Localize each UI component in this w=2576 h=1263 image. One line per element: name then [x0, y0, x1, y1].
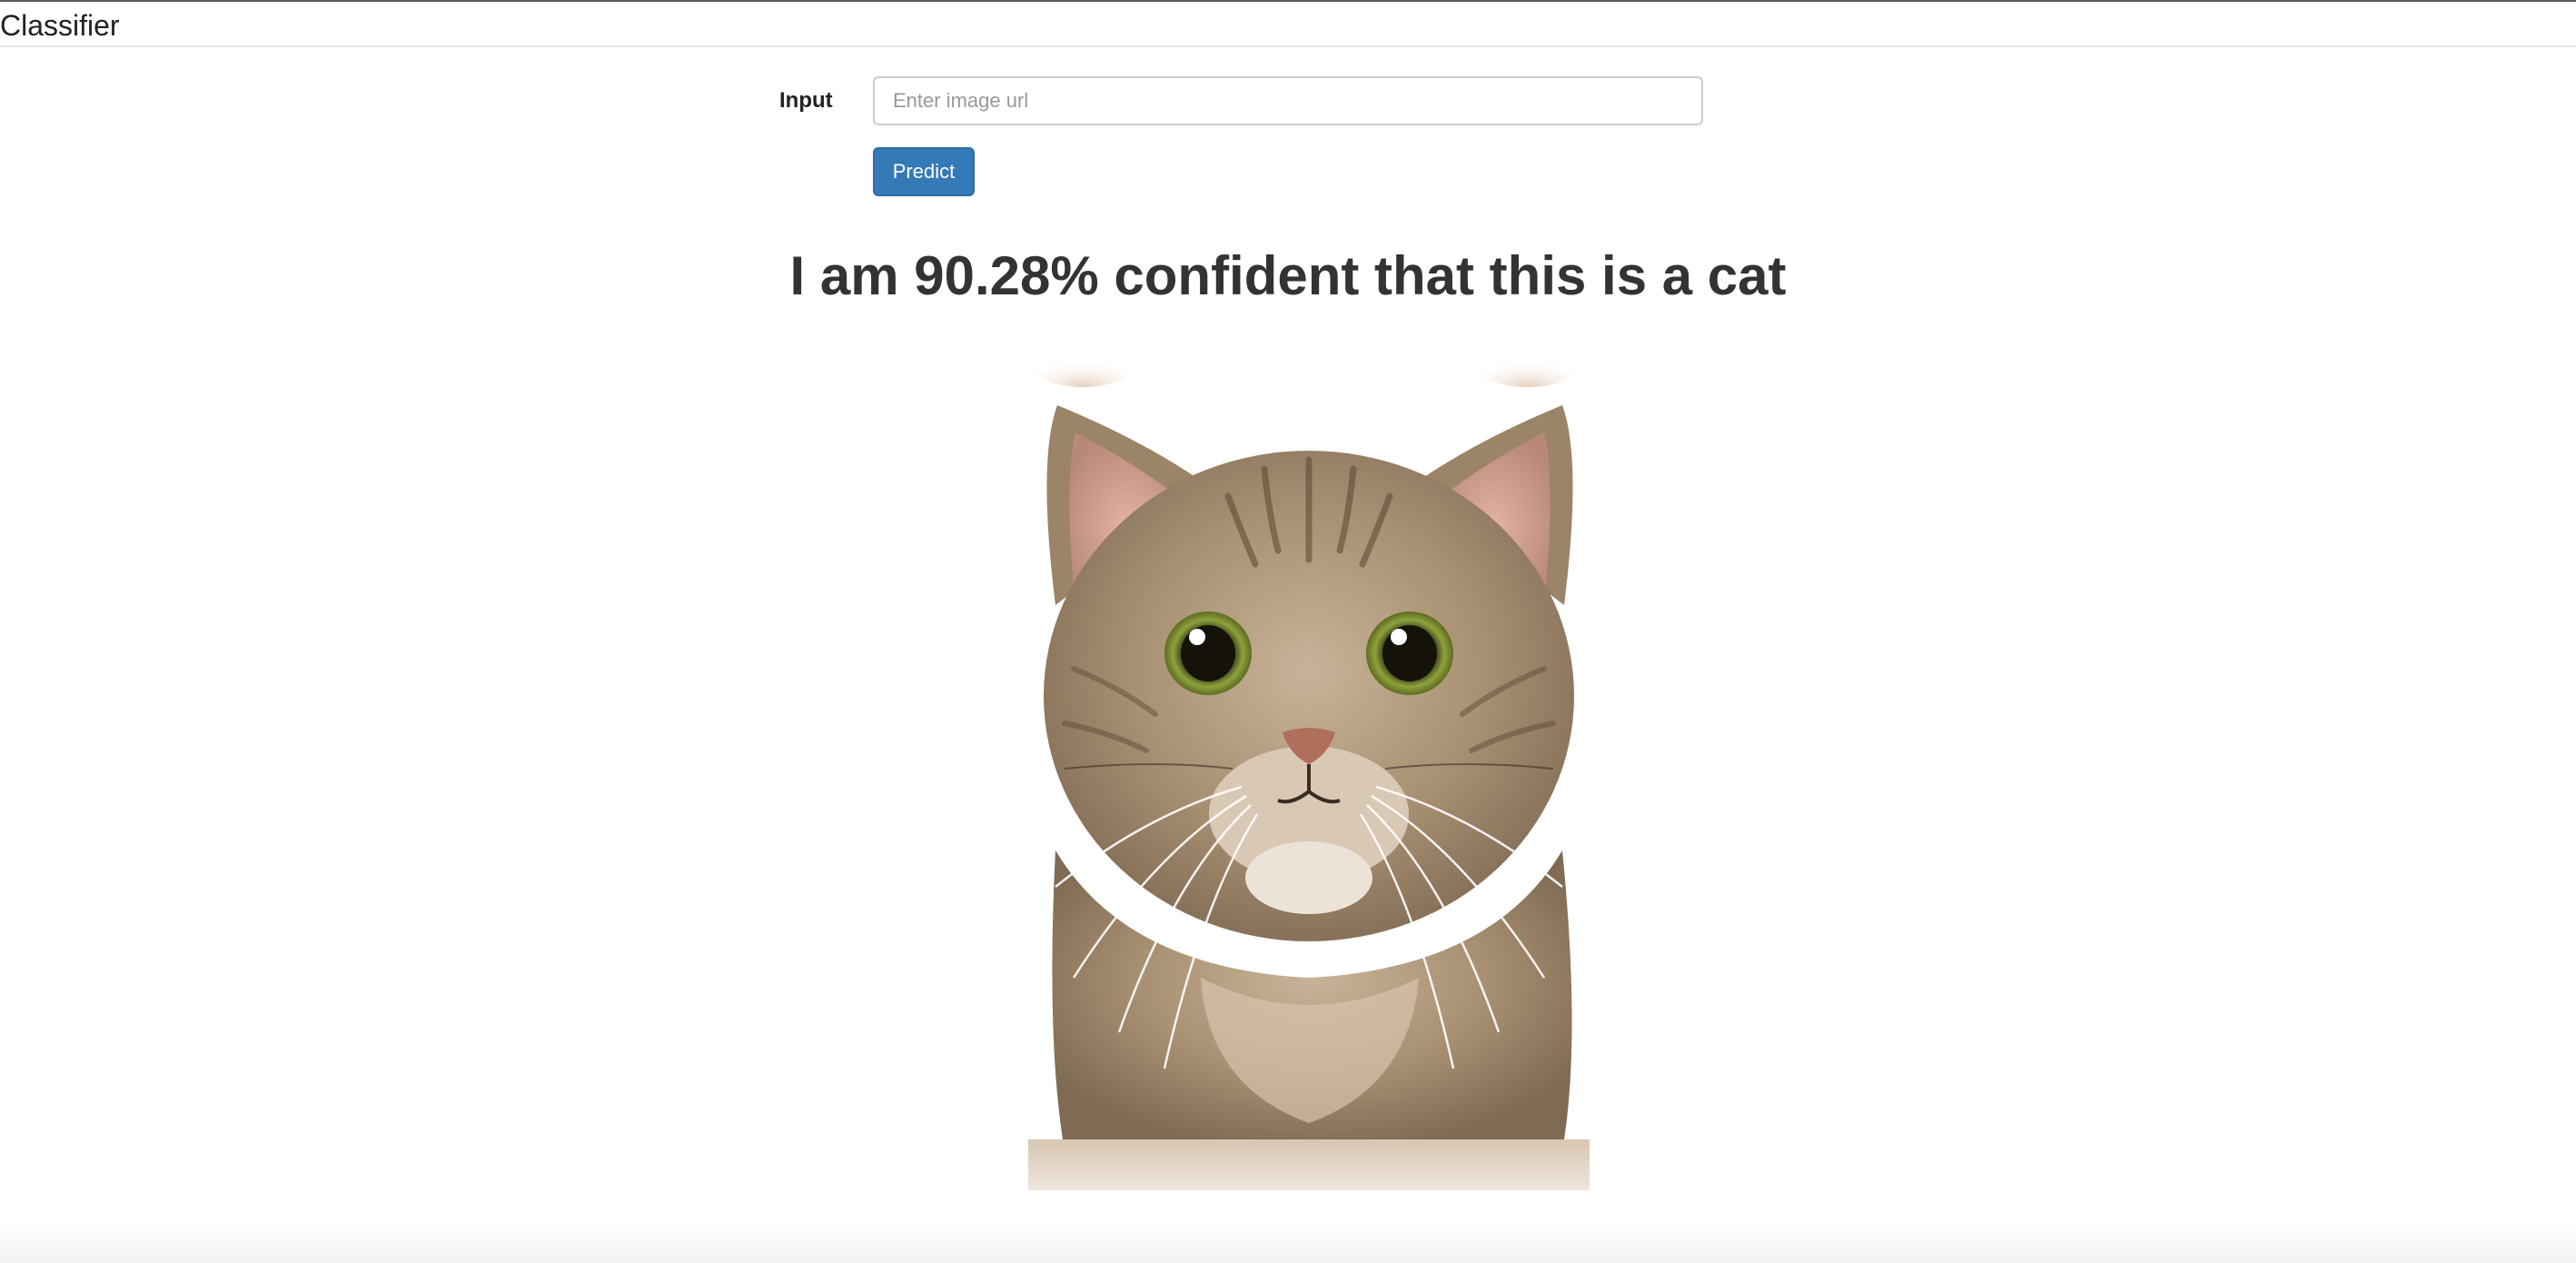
image-url-input[interactable] — [873, 76, 1703, 125]
input-label: Input — [779, 88, 833, 113]
prediction-result-heading: I am 90.28% confident that this is a cat — [789, 245, 1787, 306]
brand-link[interactable]: Classifier — [0, 7, 120, 44]
classifier-page: Classifier Input Predict I am 90.28% con… — [0, 0, 2576, 1263]
window-bottom-edge — [0, 1227, 2576, 1263]
cat-photo — [1028, 347, 1590, 1190]
navbar: Classifier — [0, 2, 2576, 47]
predict-button[interactable]: Predict — [873, 147, 975, 196]
